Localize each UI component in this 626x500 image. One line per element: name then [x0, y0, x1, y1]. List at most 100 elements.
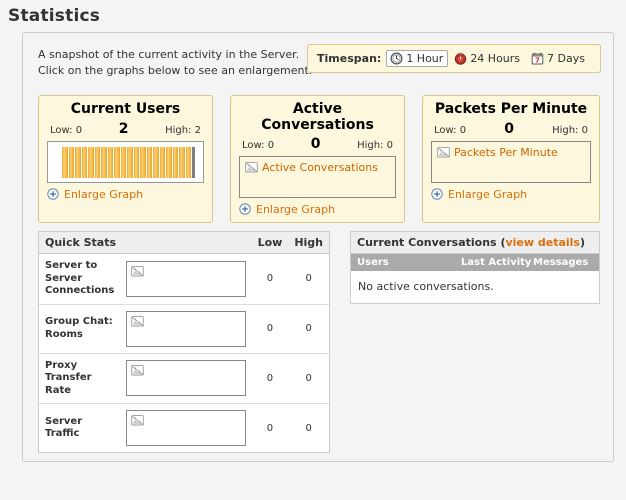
svg-text:7: 7 [535, 57, 540, 65]
chart-bar [153, 146, 159, 178]
quick-stat-low: 0 [251, 304, 289, 354]
broken-image-alt-text: Active Conversations [262, 161, 378, 175]
chart-bar [107, 146, 113, 178]
broken-image-icon [131, 364, 145, 377]
chart-bar [68, 146, 74, 178]
graph-card-stats: Low: 0 0 High: 0 [239, 136, 396, 152]
graph-card-current-users: Current Users Low: 0 2 High: 2 Enlarge G… [38, 95, 213, 223]
plus-circle-icon [239, 203, 252, 216]
enlarge-graph-packets-per-minute[interactable]: Enlarge Graph [431, 188, 591, 201]
chart-bar [88, 146, 94, 178]
calendar-7-icon: 7 [531, 52, 544, 65]
column-header-low: Low [251, 232, 289, 254]
quick-stat-high: 0 [305, 422, 312, 434]
chart-bar [120, 146, 126, 178]
quick-stat-name: Server to Server Connections [39, 253, 121, 305]
graph-current-value: 0 [504, 120, 514, 137]
quick-stat-graph-cell[interactable] [120, 253, 252, 305]
graph-current-value: 0 [310, 136, 321, 153]
quick-stat-chart[interactable] [126, 360, 246, 397]
quick-stats-table: Quick Stats Low High Server to Server Co… [39, 232, 329, 452]
quick-stat-low: 0 [266, 422, 274, 434]
timespan-label: Timespan: [317, 52, 382, 65]
quick-stat-low: 0 [251, 353, 289, 404]
plus-circle-icon [47, 187, 60, 201]
graph-high-value: 0 [386, 140, 393, 152]
quick-stat-high: 0 [288, 353, 329, 404]
graph-high-label: High: [552, 124, 579, 136]
quick-stat-low: 0 [251, 253, 289, 305]
broken-image-alt-text: Packets Per Minute [454, 145, 558, 159]
chart-bar [172, 146, 178, 178]
quick-stat-chart[interactable] [126, 410, 246, 446]
view-details-link[interactable]: view details [505, 236, 580, 249]
chart-bar [75, 146, 81, 178]
column-header-last-activity: Last Activity [461, 257, 532, 268]
graph-low-value: 0 [267, 140, 275, 152]
graph-card-stats: Low: 0 0 High: 0 [431, 121, 591, 137]
active-conversations-chart[interactable]: Active Conversations [239, 156, 396, 198]
table-row: Proxy Transfer Rate 0 0 [39, 353, 329, 404]
table-header-row: Quick Stats Low High [39, 232, 329, 254]
quick-stat-name: Group Chat: Rooms [39, 304, 121, 354]
broken-image-icon [245, 161, 258, 174]
graph-low-label: Low: [50, 124, 73, 136]
statistics-panel: A snapshot of the current activity in th… [22, 32, 614, 462]
graph-low: Low: 0 [50, 125, 82, 136]
quick-stat-high: 0 [288, 304, 329, 354]
broken-image-icon [437, 146, 450, 159]
quick-stats-title: Quick Stats [39, 232, 252, 254]
graph-low-label: Low: [434, 124, 457, 136]
clock-gray-icon [390, 52, 403, 65]
quick-stat-graph-cell[interactable] [120, 353, 252, 404]
quick-stat-high: 0 [288, 253, 329, 305]
graph-card-packets-per-minute: Packets Per Minute Low: 0 0 High: 0 Pack… [422, 95, 600, 223]
timespan-option-label: 24 Hours [470, 52, 521, 65]
timespan-option-24-hours[interactable]: 24 Hours [450, 50, 525, 67]
chart-bar [166, 146, 172, 178]
enlarge-graph-current-users[interactable]: Enlarge Graph [47, 188, 204, 201]
quick-stats-panel: Quick Stats Low High Server to Server Co… [38, 231, 330, 453]
enlarge-graph-label: Enlarge Graph [64, 187, 144, 201]
graph-card-title: Packets Per Minute [434, 101, 588, 117]
page-title: Statistics [8, 6, 101, 26]
clock-red-icon [454, 52, 467, 65]
graph-high-label: High: [357, 140, 384, 152]
quick-stat-graph-cell[interactable] [120, 404, 251, 453]
current-users-chart[interactable] [47, 140, 204, 183]
chart-bar [185, 146, 191, 178]
quick-stat-graph-cell[interactable] [120, 304, 252, 354]
graph-high: High: 2 [165, 125, 201, 136]
graph-card-title: Current Users [70, 101, 181, 117]
graph-card-active-conversations: Active Conversations Low: 0 0 High: 0 Ac… [230, 95, 405, 223]
graph-current-value: 2 [118, 120, 129, 137]
graph-low-value: 0 [459, 124, 467, 136]
graph-high-value: 2 [194, 124, 201, 136]
column-header-users: Users [357, 257, 389, 268]
chart-bar [140, 146, 146, 178]
quick-stat-chart[interactable] [126, 310, 246, 347]
chart-bar [101, 146, 107, 178]
timespan-option-7-days[interactable]: 7 7 Days [527, 50, 590, 67]
graph-card-title: Active Conversations [261, 101, 374, 133]
chart-bar [114, 146, 120, 178]
table-row: Server to Server Connections 0 0 [39, 253, 329, 305]
packets-per-minute-chart[interactable]: Packets Per Minute [431, 140, 591, 183]
chart-bar [127, 146, 133, 178]
current-conversations-title-text: Current Conversations [357, 236, 497, 249]
chart-bar [159, 146, 165, 178]
quick-stat-chart[interactable] [126, 260, 246, 297]
chart-bar [133, 146, 139, 178]
timespan-option-1-hour[interactable]: 1 Hour [386, 50, 449, 67]
timespan-selector: Timespan: 1 Hour 24 Hours 7 7 Days [307, 44, 601, 73]
graph-card-stats: Low: 0 2 High: 2 [47, 121, 204, 137]
broken-image-icon [131, 414, 145, 427]
chart-bar [146, 146, 152, 178]
chart-bar [179, 146, 185, 178]
chart-bar [81, 146, 87, 178]
graph-low: Low: 0 [434, 125, 466, 136]
quick-stat-name: Server Traffic [45, 415, 83, 440]
plus-circle-icon [431, 187, 444, 201]
enlarge-graph-active-conversations[interactable]: Enlarge Graph [239, 203, 396, 216]
lower-row: Quick Stats Low High Server to Server Co… [38, 231, 600, 453]
